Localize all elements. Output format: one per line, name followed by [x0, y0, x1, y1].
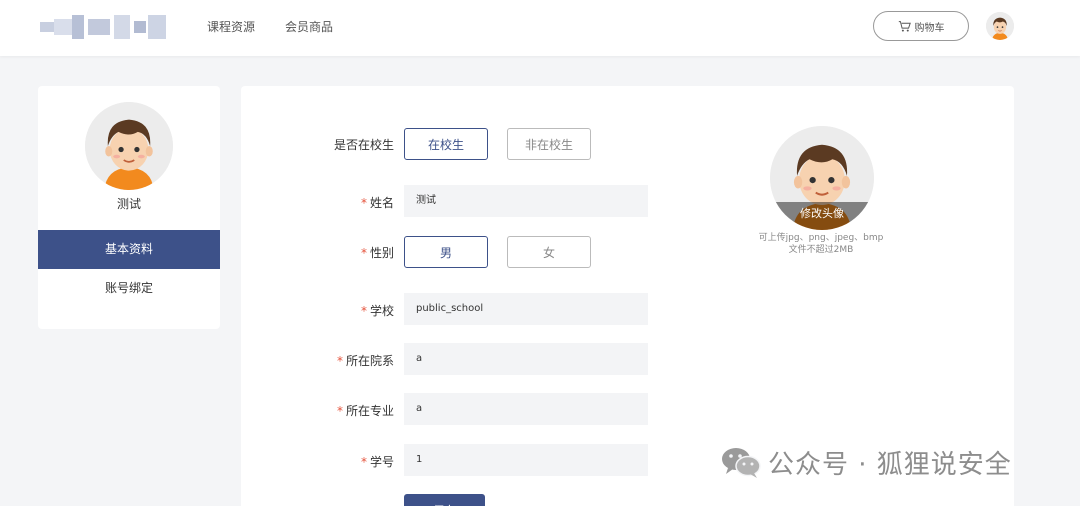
save-button[interactable]: 保存 — [404, 494, 485, 506]
upload-hint-formats: 可上传jpg、png、jpeg、bmp — [758, 233, 884, 243]
cart-button[interactable]: 购物车 — [873, 11, 969, 41]
option-female[interactable]: 女 — [507, 236, 591, 268]
cart-label: 购物车 — [914, 22, 945, 34]
school-label: * 学校 — [360, 304, 394, 318]
profile-sidebar: 测试 基本资料 账号绑定 — [38, 86, 220, 329]
department-field[interactable]: a — [404, 343, 648, 375]
top-header: 课程资源 会员商品 购物车 — [0, 0, 1080, 56]
watermark-text: 公众号 · 狐狸说安全 — [768, 449, 1012, 480]
department-label: * 所在院系 — [336, 354, 394, 368]
school-field[interactable]: public_school — [404, 293, 648, 325]
sidebar-avatar — [85, 102, 173, 190]
sidebar-item-account-binding[interactable]: 账号绑定 — [38, 269, 220, 308]
sidebar-username: 测试 — [116, 197, 141, 211]
major-label: * 所在专业 — [336, 404, 394, 418]
upload-hint-size: 文件不超过2MB — [788, 245, 854, 255]
boy-avatar-icon — [85, 102, 173, 190]
boy-avatar-icon — [986, 12, 1014, 40]
nav-member-products[interactable]: 会员商品 — [285, 18, 333, 35]
option-in-school[interactable]: 在校生 — [404, 128, 488, 160]
site-logo[interactable] — [40, 13, 166, 41]
name-label: * 姓名 — [360, 196, 394, 210]
option-male[interactable]: 男 — [404, 236, 488, 268]
avatar-upload[interactable]: 修改头像 — [770, 126, 874, 230]
name-field[interactable]: 测试 — [404, 185, 648, 217]
gender-label: * 性别 — [360, 246, 394, 260]
nav-course-resources[interactable]: 课程资源 — [207, 18, 255, 35]
student-status-label: 是否在校生 — [333, 138, 394, 152]
major-field[interactable]: a — [404, 393, 648, 425]
change-avatar-label[interactable]: 修改头像 — [770, 202, 874, 230]
student-id-field[interactable]: 1 — [404, 444, 648, 476]
wechat-watermark: 公众号 · 狐狸说安全 — [720, 442, 1012, 482]
cart-icon — [898, 20, 911, 32]
wechat-icon — [722, 448, 761, 478]
student-id-label: * 学号 — [360, 455, 394, 469]
option-not-in-school[interactable]: 非在校生 — [507, 128, 591, 160]
sidebar-item-basic-info[interactable]: 基本资料 — [38, 230, 220, 269]
user-avatar[interactable] — [986, 12, 1014, 40]
